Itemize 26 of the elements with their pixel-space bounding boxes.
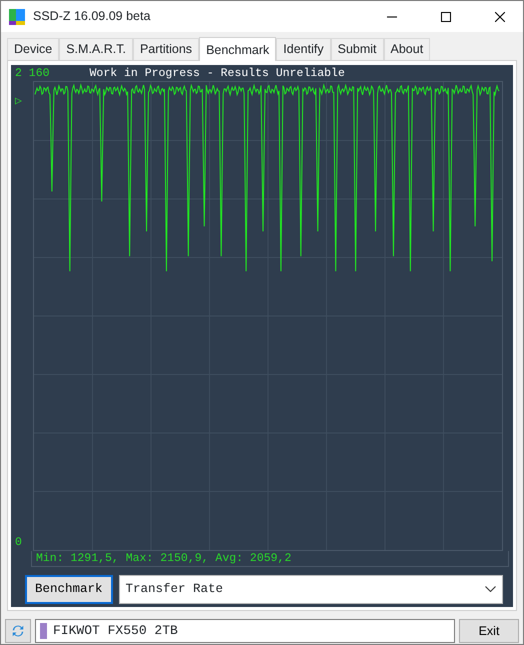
app-icon [9,8,25,24]
maximize-icon[interactable] [441,12,451,22]
axis-max-label: 2 160 [15,67,50,81]
benchmark-button[interactable]: Benchmark [25,575,113,604]
mode-value: Transfer Rate [126,581,224,598]
axis-min-label: 0 [15,534,23,551]
refresh-button[interactable] [5,619,31,643]
tab[interactable]: Identify [276,38,331,60]
tab[interactable]: Submit [330,38,384,60]
tab[interactable]: Device [7,38,60,60]
window-title: SSD-Z 16.09.09 beta [33,8,152,26]
tab[interactable]: Partitions [132,38,200,60]
tab[interactable]: S.M.A.R.T. [59,38,133,60]
mode-dropdown[interactable]: Transfer Rate [118,575,503,604]
refresh-icon [12,623,24,639]
drive-name: FIKWOT FX550 2TB [53,622,178,640]
drive-color-mark [40,623,47,639]
tab[interactable]: About [384,38,430,60]
drive-selector[interactable]: FIKWOT FX550 2TB [35,619,455,643]
exit-button[interactable]: Exit [459,619,519,643]
tab[interactable]: Benchmark [199,37,276,61]
chevron-down-icon [485,586,496,592]
graph-stats: Min: 1291,5, Max: 2150,9, Avg: 2059,2 [31,551,509,567]
close-icon[interactable] [495,12,505,22]
graph-title: Work in Progress - Results Unreliable [90,67,345,81]
position-marker: ▷ [15,94,23,110]
